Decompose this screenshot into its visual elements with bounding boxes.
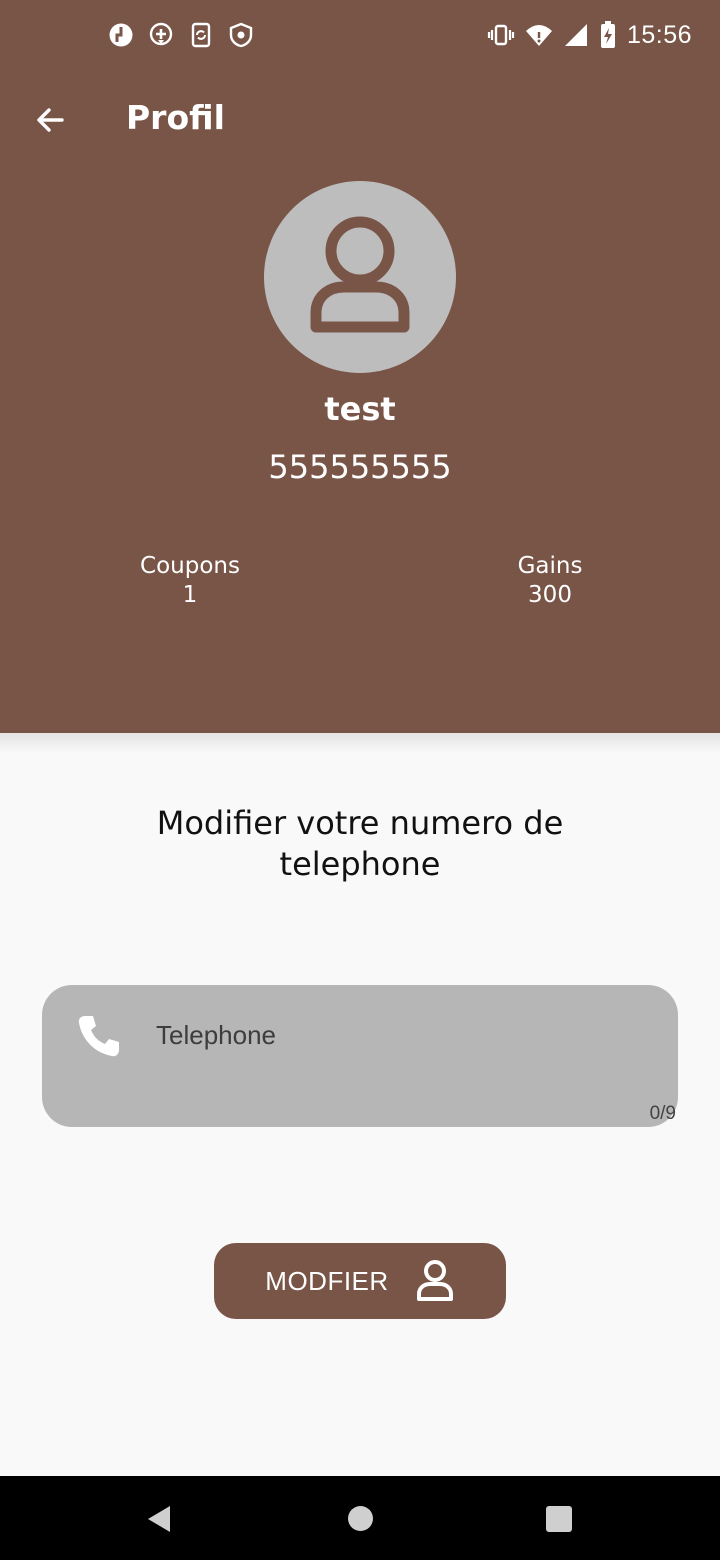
back-triangle-icon[interactable]: [146, 1504, 172, 1534]
user-phone: 555555555: [268, 448, 452, 486]
stat-coupons-label: Coupons: [140, 553, 240, 579]
status-bar: 15:56: [0, 0, 720, 72]
modify-button[interactable]: MODFIER: [214, 1243, 506, 1319]
wifi-icon: [525, 25, 552, 46]
phone-char-counter: 0/9: [649, 1103, 676, 1124]
stat-coupons: Coupons 1: [80, 552, 300, 610]
battery-charging-icon: [600, 21, 615, 48]
status-time: 15:56: [626, 20, 692, 49]
profile-header: 15:56 Profil test 555555555 Coupons 1 Ga…: [0, 0, 720, 733]
recent-square-icon[interactable]: [546, 1506, 572, 1532]
stat-gains-label: Gains: [517, 553, 583, 579]
system-indicators: 15:56: [487, 20, 692, 50]
arrow-left-icon: [37, 108, 64, 132]
location-plus-icon: [149, 22, 173, 46]
user-name: test: [324, 390, 396, 428]
modify-button-label: MODFIER: [265, 1265, 389, 1296]
vibrate-icon: [487, 24, 515, 46]
header-shadow: [0, 733, 720, 753]
phone-input[interactable]: Telephone 0/9: [42, 985, 678, 1127]
user-icon: [310, 216, 410, 333]
phone-icon: [78, 1016, 119, 1057]
app-icon: [109, 23, 133, 47]
sync-icon: [191, 22, 211, 48]
stat-coupons-value: 1: [182, 582, 198, 608]
home-circle-icon[interactable]: [348, 1506, 373, 1531]
system-nav-bar: [0, 1476, 720, 1560]
shield-icon: [229, 22, 253, 48]
back-button[interactable]: [30, 100, 70, 140]
form-title: Modifier votre numero de telephone: [156, 804, 564, 883]
stat-gains: Gains 300: [440, 552, 660, 610]
signal-icon: [564, 24, 587, 46]
phone-field-label: Telephone: [156, 1020, 276, 1050]
page-title: Profil: [126, 98, 225, 137]
avatar: [264, 181, 456, 373]
notification-icons: [108, 22, 254, 48]
stat-gains-value: 300: [528, 582, 572, 608]
user-icon: [416, 1260, 453, 1301]
